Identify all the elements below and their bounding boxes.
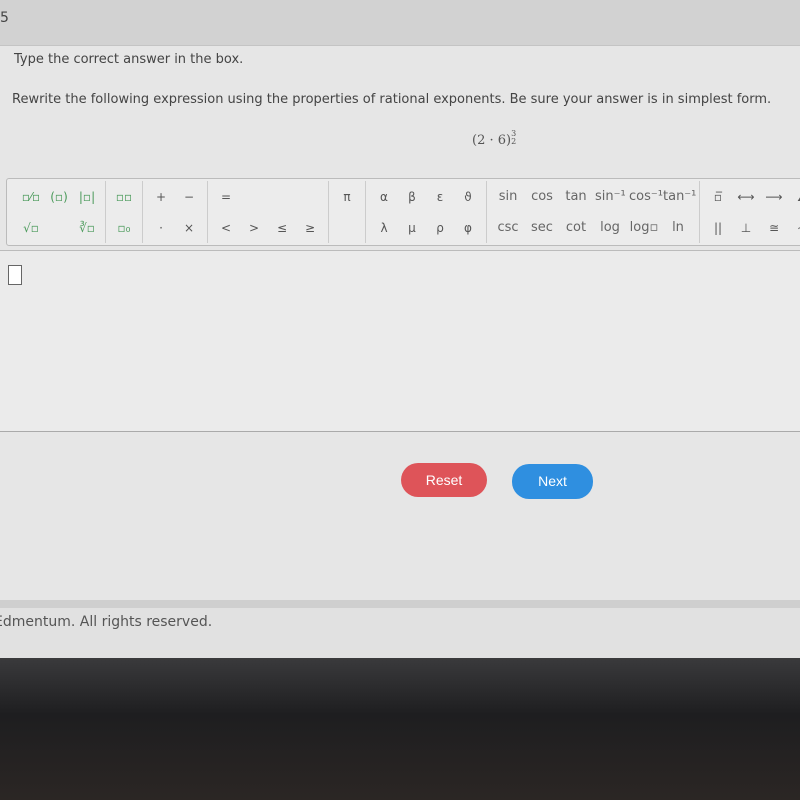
toolbar-button[interactable]: ε [428, 190, 452, 204]
toolbar-button[interactable]: ▫₀ [112, 221, 136, 235]
toolbar-button[interactable]: (▫) [47, 190, 71, 204]
toolbar-button[interactable]: < [214, 221, 238, 235]
toolbar-button[interactable]: ≥ [298, 221, 322, 235]
toolbar-button[interactable]: + [149, 190, 173, 204]
answer-input[interactable] [8, 265, 22, 285]
toolbar-button[interactable]: α [372, 190, 396, 204]
toolbar-button[interactable]: ⟷ [734, 190, 758, 204]
toolbar-button[interactable]: π [335, 190, 359, 204]
toolbar-button[interactable]: cos [527, 189, 557, 204]
toolbar-button[interactable]: √▫ [19, 221, 43, 235]
toolbar-button[interactable]: tan⁻¹ [663, 189, 696, 204]
toolbar-button[interactable]: β [400, 190, 424, 204]
toolbar-button[interactable]: log▫ [629, 220, 659, 235]
toolbar-button[interactable]: ∠ [790, 190, 800, 204]
toolbar-button[interactable]: ▫̅ [706, 190, 730, 204]
copyright-text: Edmentum. All rights reserved. [0, 614, 213, 630]
toolbar-button[interactable]: sin [493, 189, 523, 204]
toolbar-group: ▫▫ ▫₀ [106, 181, 143, 243]
toolbar-group: + · − × [143, 181, 208, 243]
toolbar-group: = < > ≤ ≥ [208, 181, 329, 243]
toolbar-button[interactable]: ∛▫ [75, 221, 99, 235]
answer-area[interactable] [0, 250, 800, 432]
top-bar: 5 [0, 0, 800, 46]
toolbar-button[interactable]: csc [493, 220, 523, 235]
toolbar-button[interactable]: > [242, 221, 266, 235]
math-expression: (2 · 6) 3 2 [472, 130, 516, 149]
toolbar-button[interactable]: ≤ [270, 221, 294, 235]
toolbar-button[interactable]: ≅ [762, 221, 786, 235]
toolbar-button[interactable]: λ [372, 221, 396, 235]
toolbar-button[interactable]: cos⁻¹ [629, 189, 663, 204]
toolbar-button[interactable]: = [214, 190, 238, 204]
toolbar-button[interactable]: ⊥ [734, 221, 758, 235]
exponent-fraction: 32 [511, 130, 516, 146]
toolbar-button[interactable]: μ [400, 221, 424, 235]
toolbar-button[interactable]: ∼ [790, 221, 800, 235]
toolbar-button[interactable]: − [177, 190, 201, 204]
reset-button[interactable]: Reset [401, 463, 487, 497]
next-button[interactable]: Next [512, 464, 593, 499]
toolbar-group: sin csc cos sec tan cot sin⁻¹ log cos⁻¹ log▫ tan⁻¹… [487, 181, 700, 243]
toolbar-group: α λ β μ ε ρ ϑ φ [366, 181, 487, 243]
toolbar-button[interactable]: ρ [428, 221, 452, 235]
instruction-text: Type the correct answer in the box. [14, 52, 244, 67]
toolbar-group: ▫⁄▫ √▫ (▫) |▫| ∛▫ [13, 181, 106, 243]
toolbar-button[interactable]: ϑ [456, 190, 480, 204]
toolbar-button[interactable]: · [149, 221, 173, 235]
toolbar-group: π [329, 181, 366, 243]
math-toolbar: ▫⁄▫ √▫ (▫) |▫| ∛▫ ▫▫ ▫₀ + · − × = < > ≤ ≥ π α λ β μ ε ρ ϑ φ sin cs… [6, 178, 800, 246]
monitor-bezel [0, 658, 800, 800]
toolbar-button[interactable]: sin⁻¹ [595, 189, 626, 204]
footer-divider [0, 600, 800, 608]
toolbar-button[interactable]: |▫| [75, 190, 99, 204]
question-prompt: Rewrite the following expression using t… [12, 92, 772, 107]
toolbar-group: ▫̅ || ⟷ ⊥ ⟶ ≅ ∠ ∼ [700, 181, 800, 243]
toolbar-button[interactable]: ⟶ [762, 190, 786, 204]
toolbar-button[interactable]: ln [663, 220, 693, 235]
toolbar-button[interactable]: || [706, 221, 730, 235]
toolbar-button[interactable]: φ [456, 221, 480, 235]
exponent-denominator: 2 [511, 137, 517, 146]
expression-base: (2 · 6) [472, 133, 512, 148]
toolbar-button[interactable]: ▫⁄▫ [19, 190, 43, 204]
question-number: 5 [0, 10, 9, 26]
toolbar-button[interactable]: sec [527, 220, 557, 235]
toolbar-button[interactable]: log [595, 220, 625, 235]
toolbar-button[interactable]: ▫▫ [112, 190, 136, 204]
toolbar-button[interactable]: tan [561, 189, 591, 204]
toolbar-button[interactable]: × [177, 221, 201, 235]
toolbar-button[interactable]: cot [561, 220, 591, 235]
